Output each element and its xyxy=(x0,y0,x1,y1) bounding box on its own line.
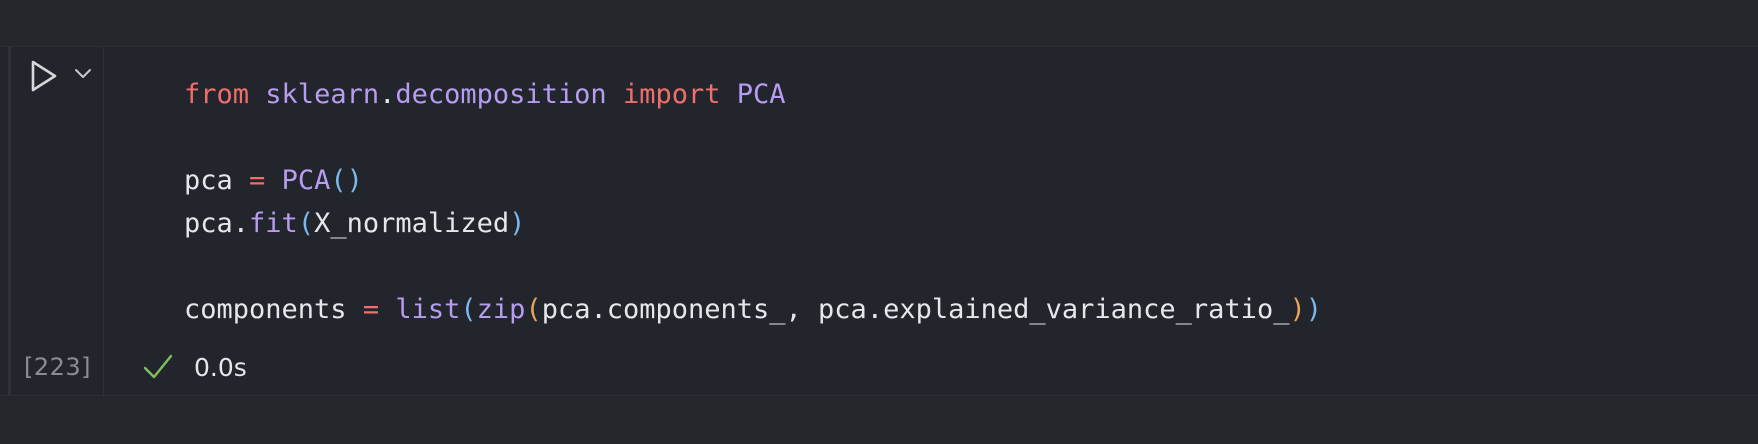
code-token: PCA xyxy=(736,79,786,110)
code-line[interactable]: components = list(zip(pca.components_, p… xyxy=(184,288,1322,331)
code-token: fit xyxy=(249,208,298,239)
code-line[interactable] xyxy=(184,116,1322,159)
run-options-dropdown[interactable] xyxy=(72,63,94,83)
check-icon xyxy=(143,354,173,379)
code-token: ( xyxy=(525,294,542,325)
code-token: decomposition xyxy=(395,79,607,110)
code-token: ) xyxy=(1289,294,1306,325)
code-line[interactable] xyxy=(184,245,1322,288)
code-line[interactable]: pca = PCA() xyxy=(184,159,1322,202)
cell-gutter: [223] xyxy=(0,47,104,395)
code-token: ( xyxy=(460,294,477,325)
code-token: . xyxy=(379,79,396,110)
notebook-cell[interactable]: [223] from sklearn.decomposition import … xyxy=(0,46,1758,396)
play-icon xyxy=(31,60,57,92)
code-token: PCA xyxy=(281,165,331,196)
code-token: pca.components_, pca.explained_variance_… xyxy=(541,294,1290,325)
code-token: import xyxy=(622,79,721,110)
code-line[interactable]: pca.fit(X_normalized) xyxy=(184,202,1322,245)
code-token: list xyxy=(395,294,461,325)
code-token: pca xyxy=(184,165,233,196)
chevron-down-icon xyxy=(75,69,91,78)
code-token: pca. xyxy=(184,208,250,239)
execution-count: [223] xyxy=(24,353,92,381)
code-token: ) xyxy=(509,208,526,239)
code-token: zip xyxy=(476,294,526,325)
code-token: sklearn xyxy=(265,79,380,110)
code-token: () xyxy=(330,165,363,196)
code-token: = xyxy=(362,294,380,325)
execution-status: 0.0s xyxy=(142,349,247,385)
code-token: = xyxy=(249,165,266,196)
code-token: ( xyxy=(297,208,315,239)
code-token: ) xyxy=(1305,294,1322,325)
code-token: components xyxy=(184,294,347,325)
execution-duration: 0.0s xyxy=(194,352,247,382)
code-token: X_normalized xyxy=(314,208,510,239)
code-token: from xyxy=(184,79,250,110)
run-cell-button[interactable] xyxy=(28,58,60,94)
gutter-divider xyxy=(103,47,104,395)
code-editor[interactable]: from sklearn.decomposition import PCA pca… xyxy=(184,73,1322,331)
code-line[interactable]: from sklearn.decomposition import PCA xyxy=(184,73,1322,116)
